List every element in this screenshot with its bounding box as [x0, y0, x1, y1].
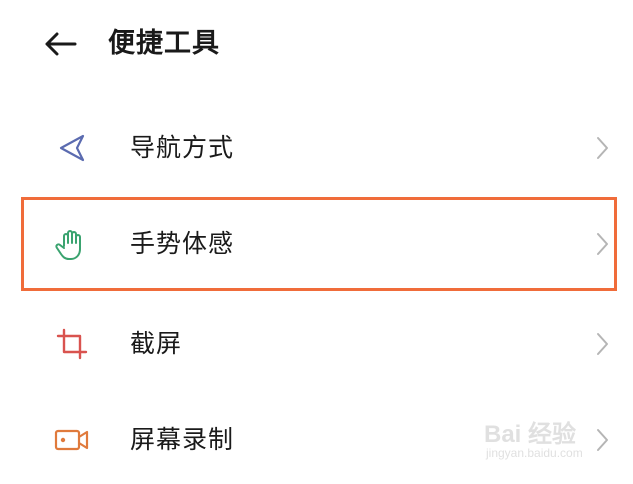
chevron-right-icon: [597, 137, 608, 159]
hand-gesture-icon: [54, 226, 90, 262]
navigation-arrow-icon: [54, 130, 90, 166]
video-record-icon: [54, 422, 90, 458]
back-button[interactable]: [40, 28, 80, 60]
app-header: 便捷工具: [0, 0, 633, 90]
page-title: 便捷工具: [108, 28, 220, 59]
list-item-label: 截屏: [130, 329, 183, 358]
crop-screenshot-icon: [54, 326, 90, 362]
chevron-right-icon: [597, 429, 608, 451]
chevron-right-icon: [597, 333, 608, 355]
list-item-label: 导航方式: [130, 133, 235, 162]
list-item-screenshot[interactable]: 截屏: [0, 296, 633, 388]
list-item-screen-recording[interactable]: 屏幕录制: [0, 392, 633, 484]
back-arrow-icon: [45, 32, 77, 56]
list-item-gesture-motion[interactable]: 手势体感: [0, 196, 633, 288]
list-item-label: 屏幕录制: [130, 425, 235, 454]
list-item-navigation-mode[interactable]: 导航方式: [0, 100, 633, 192]
list-item-label: 手势体感: [130, 229, 235, 258]
chevron-right-icon: [597, 233, 608, 255]
